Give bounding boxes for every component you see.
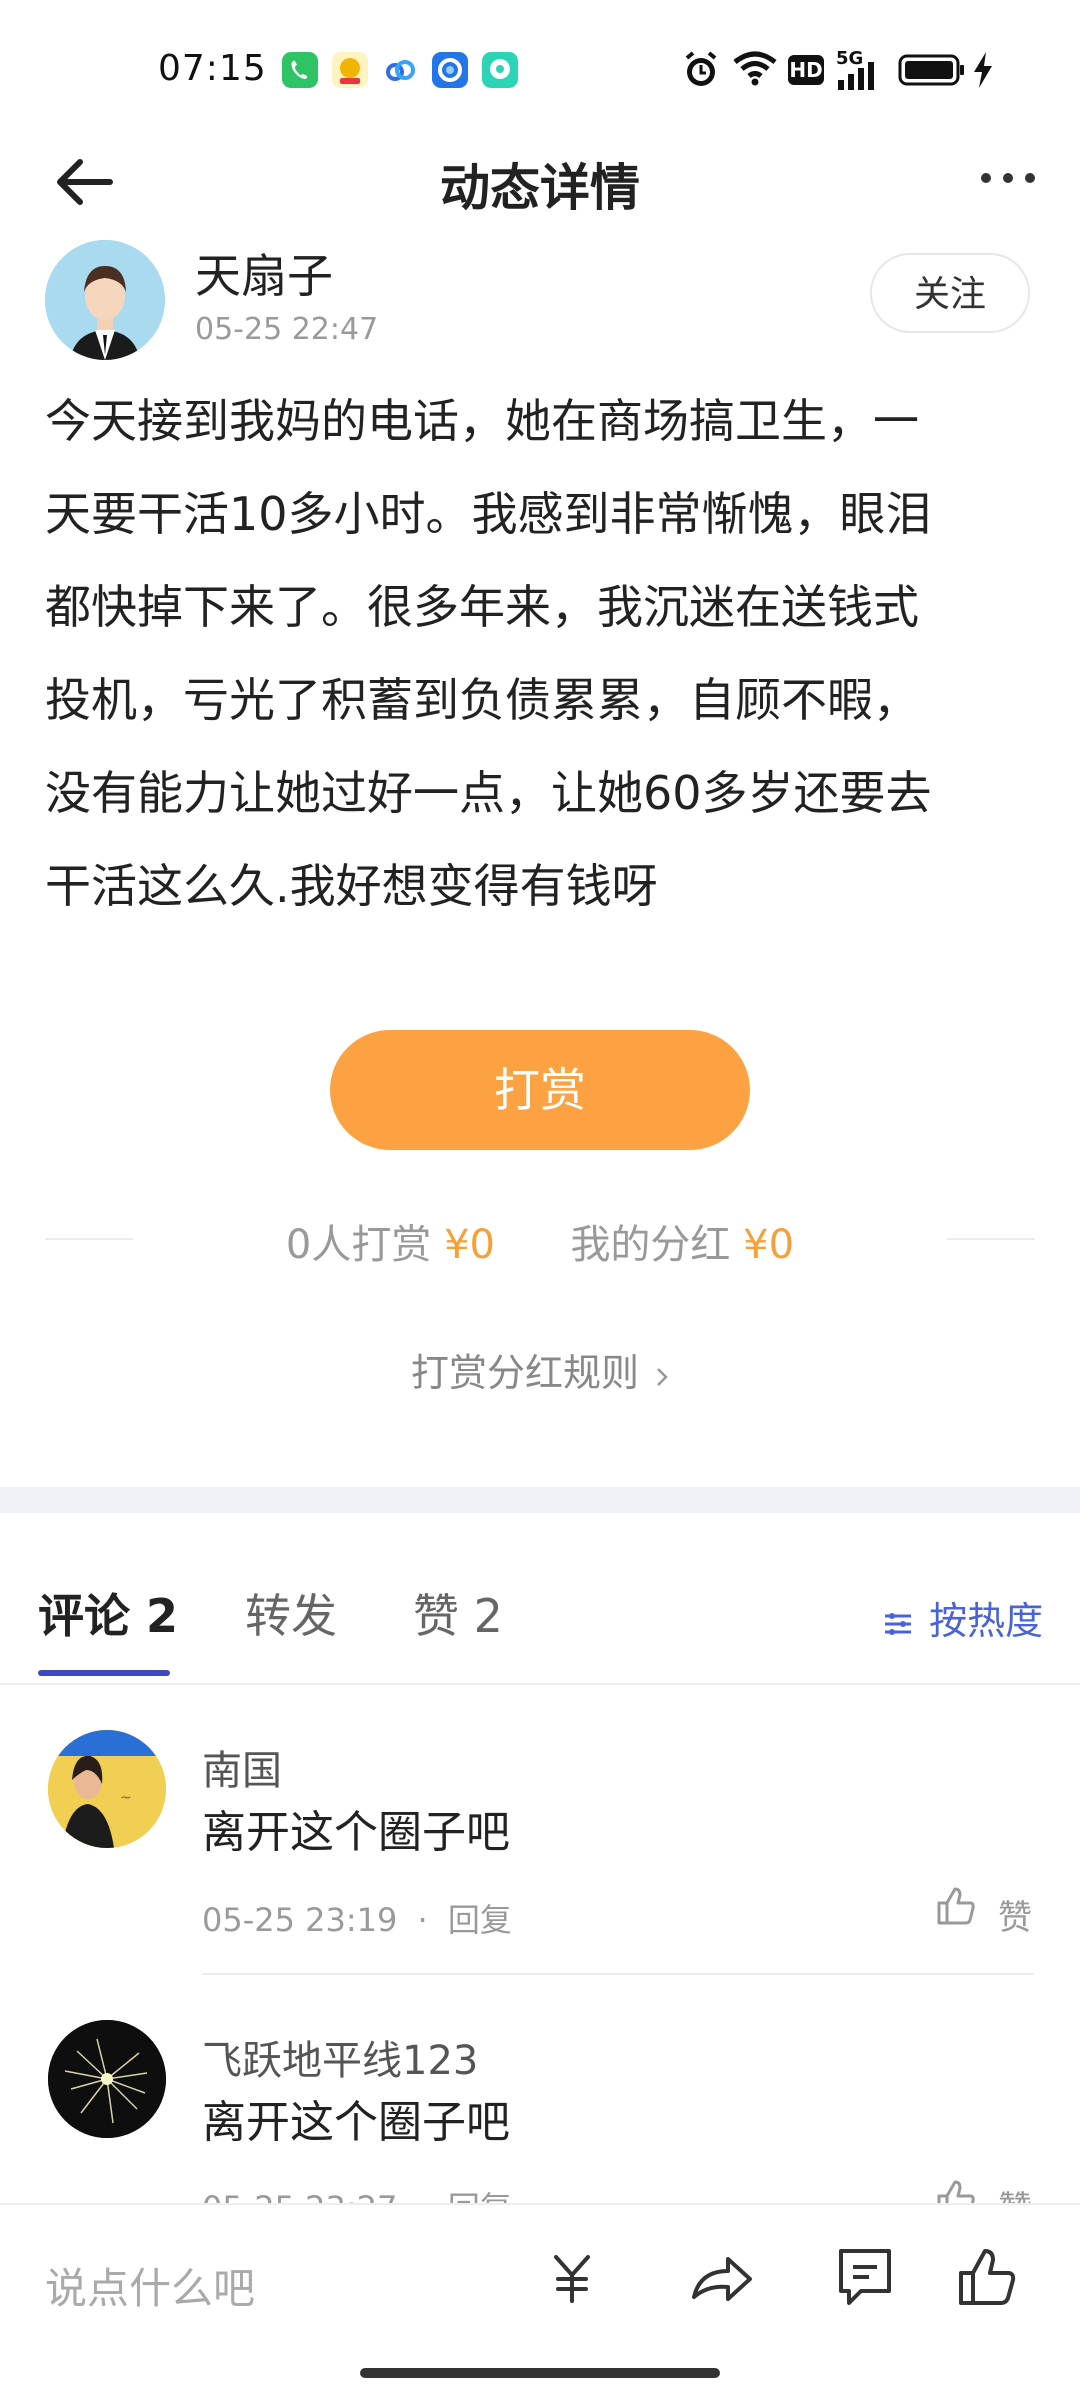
dividend-label: 我的分红	[570, 1222, 731, 1268]
tab-likes[interactable]: 赞 2	[413, 1580, 503, 1646]
post-line: 天要干活10多小时。我感到非常惭愧，眼泪	[45, 487, 932, 541]
tabs-border	[0, 1683, 1080, 1685]
cloud-app-icon	[382, 52, 418, 88]
author-avatar[interactable]	[45, 240, 165, 360]
like-icon[interactable]	[955, 2245, 1019, 2309]
phone-app-icon	[282, 52, 318, 88]
comment-separator	[202, 1973, 1034, 1975]
comment-author[interactable]: 南国	[202, 1738, 282, 1796]
game-app-icon	[332, 52, 368, 88]
post-line: 今天接到我妈的电话，她在商场搞卫生，一	[45, 394, 919, 448]
comment-input[interactable]: 说点什么吧	[45, 2255, 255, 2316]
browser-app-icon	[432, 52, 468, 88]
tab-forwards[interactable]: 转发	[245, 1580, 337, 1646]
active-tab-indicator	[38, 1670, 170, 1676]
page-title: 动态详情	[440, 159, 640, 217]
message-app-icon	[482, 52, 518, 88]
comment-text: 离开这个圈子吧	[202, 1807, 510, 1858]
reward-rules-label: 打赏分红规则	[410, 1351, 639, 1395]
reward-yuan-icon[interactable]	[540, 2245, 604, 2309]
comment-icon[interactable]	[833, 2245, 897, 2309]
wifi-icon	[733, 50, 777, 90]
thumbs-up-icon[interactable]	[935, 1885, 977, 1927]
post-line: 都快掉下来了。很多年来，我沉迷在送钱式	[45, 580, 919, 634]
comment-avatar[interactable]: ~	[48, 1730, 166, 1848]
dividend-amount: ¥0	[743, 1222, 795, 1268]
post-time: 05-25 22:47	[195, 312, 379, 347]
post-content: 今天接到我妈的电话，她在商场搞卫生，一 天要干活10多小时。我感到非常惭愧，眼泪…	[45, 375, 1035, 933]
reward-count-amount: ¥0	[444, 1222, 495, 1268]
hd-badge: HD	[788, 55, 824, 85]
comment-meta: 05-25 23:19 · 回复	[202, 1901, 512, 1939]
comment-text: 离开这个圈子吧	[202, 2097, 510, 2148]
reward-button[interactable]: 打赏	[330, 1030, 750, 1150]
sort-button[interactable]: 按热度	[883, 1590, 1043, 1646]
post-line: 没有能力让她过好一点，让她60多岁还要去	[45, 766, 932, 820]
reward-rules-link[interactable]: 打赏分红规则	[0, 1342, 1080, 1398]
status-time: 07:15	[158, 48, 267, 89]
sort-label: 按热度	[929, 1599, 1044, 1643]
signal-icon	[836, 62, 880, 94]
comment-time: 05-25 23:19	[202, 1901, 398, 1939]
battery-icon	[898, 54, 966, 90]
author-name[interactable]: 天扇子	[195, 240, 333, 306]
alarm-icon	[683, 50, 719, 94]
reply-button[interactable]: 回复	[448, 1901, 512, 1939]
comment-avatar[interactable]	[48, 2020, 166, 2138]
follow-button[interactable]: 关注	[870, 253, 1030, 333]
more-dots-icon[interactable]	[980, 168, 1036, 188]
comment-author[interactable]: 飞跃地平线123	[202, 2028, 478, 2086]
charging-icon	[972, 52, 994, 92]
post-line: 干活这么久.我好想变得有钱呀	[45, 859, 658, 913]
share-icon[interactable]	[690, 2245, 754, 2309]
reward-stats: 0人打赏 ¥0 我的分红 ¥0	[0, 1212, 1080, 1270]
home-indicator[interactable]	[360, 2368, 720, 2378]
comment-like-label[interactable]: 赞	[998, 1890, 1032, 1939]
tab-comments[interactable]: 评论 2	[38, 1580, 178, 1646]
reward-count-label: 0人打赏	[285, 1222, 432, 1268]
sort-icon	[883, 1602, 913, 1646]
chevron-right-icon	[655, 1354, 669, 1398]
section-separator	[0, 1487, 1080, 1513]
svg-text:~: ~	[120, 1790, 132, 1806]
post-line: 投机，亏光了积蓄到负债累累，自顾不暇，	[45, 673, 919, 727]
status-bar: 07:15 HD 5G	[0, 0, 1080, 130]
